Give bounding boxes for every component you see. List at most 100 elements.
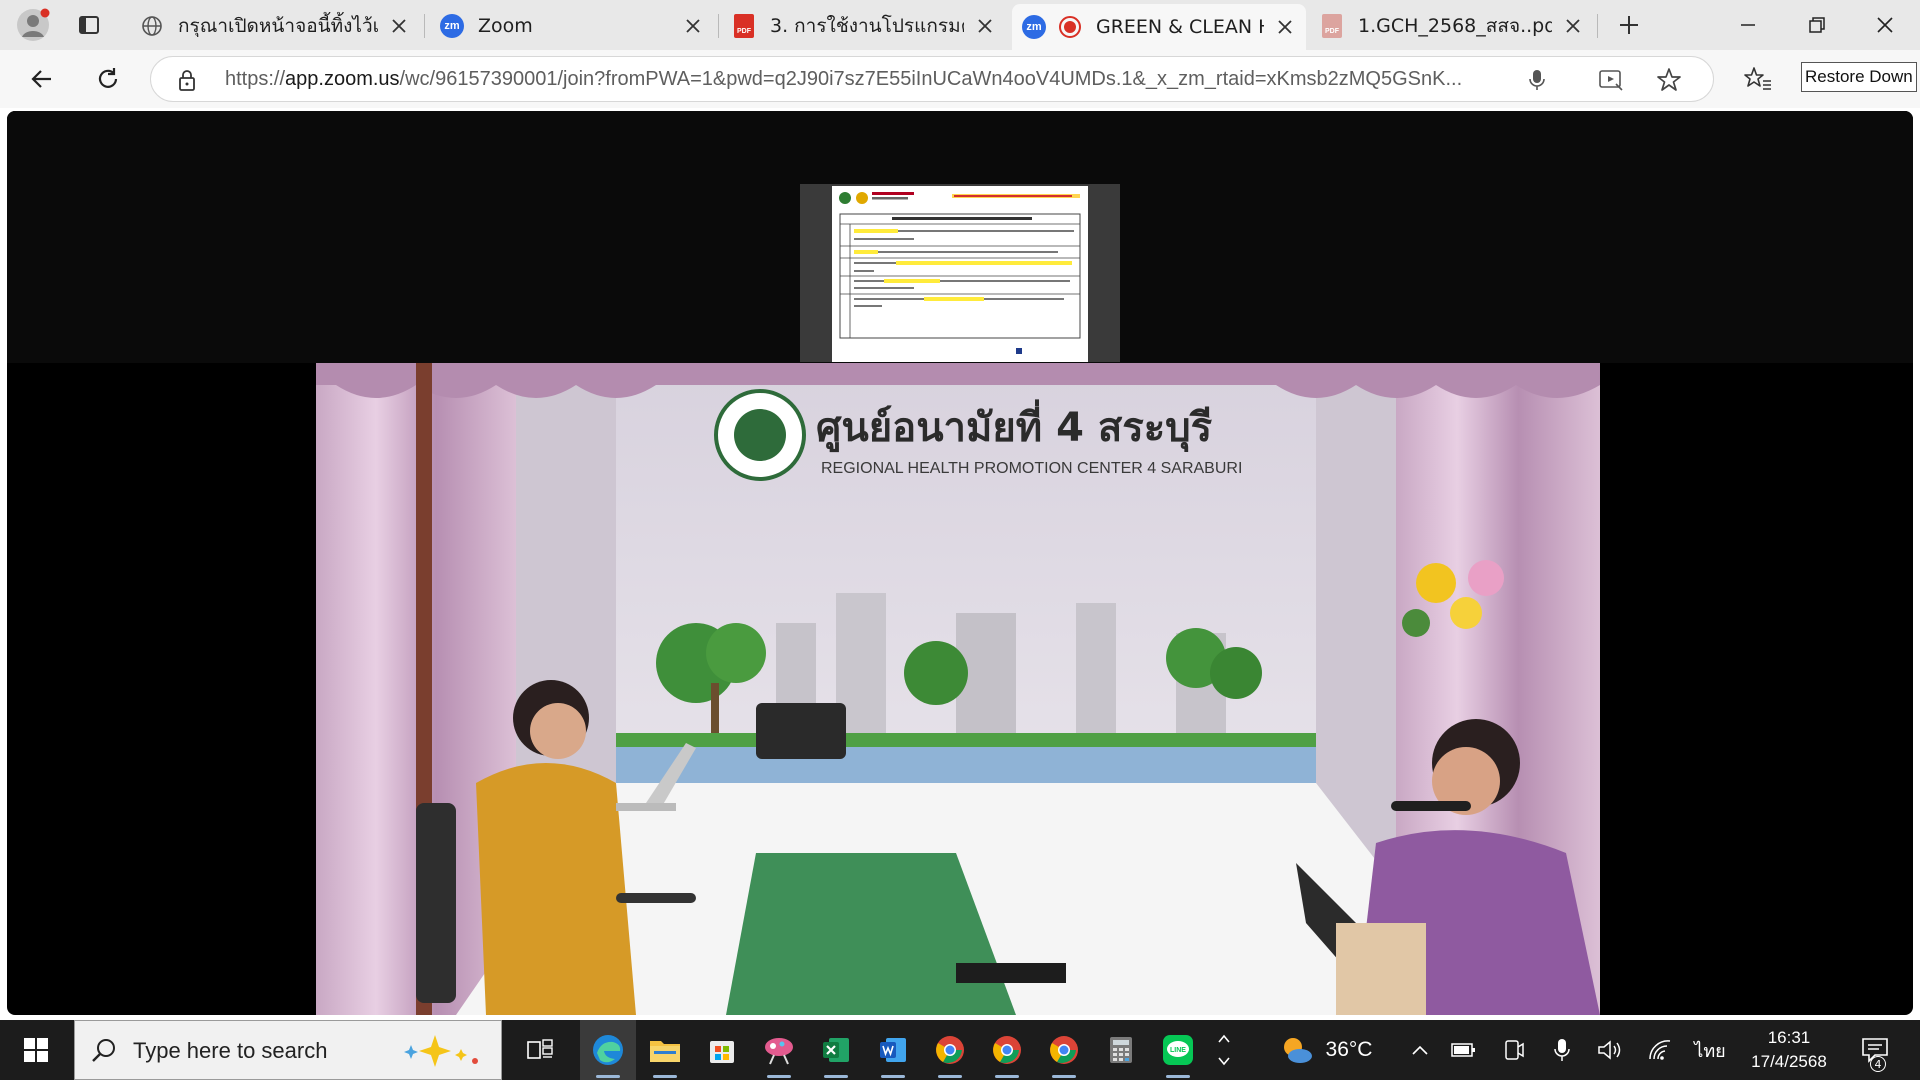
- microphone-icon: [1554, 1039, 1570, 1061]
- taskbar-excel[interactable]: [808, 1020, 864, 1080]
- taskbar-clock[interactable]: 16:31 17/4/2568: [1734, 1026, 1844, 1074]
- url-text[interactable]: https://app.zoom.us/wc/96157390001/join?…: [225, 68, 1665, 91]
- restore-down-tooltip: Restore Down: [1801, 62, 1917, 92]
- snipping-tool-icon: [765, 1038, 793, 1065]
- tab-divider: [424, 14, 425, 38]
- microphone-search-icon[interactable]: [1523, 66, 1551, 94]
- plus-icon: [1620, 16, 1638, 34]
- favorites-list-icon: [1744, 67, 1771, 90]
- microphone-tray-icon[interactable]: [1546, 1020, 1578, 1080]
- address-bar[interactable]: https://app.zoom.us/wc/96157390001/join?…: [150, 56, 1714, 102]
- taskbar-calculator[interactable]: [1093, 1020, 1149, 1080]
- tab-divider: [1597, 14, 1598, 38]
- meet-now-tray-icon[interactable]: [1498, 1020, 1530, 1080]
- tab-title: 3. การใช้งานโปรแกรมคาร์บอน: [770, 15, 964, 37]
- taskbar-store[interactable]: [694, 1020, 750, 1080]
- recording-icon: [1058, 15, 1082, 39]
- chrome-icon: [1050, 1036, 1078, 1064]
- lock-icon[interactable]: [173, 66, 201, 94]
- weather-widget[interactable]: 36°C: [1266, 1020, 1386, 1080]
- edge-icon: [593, 1035, 623, 1065]
- tab-title: Zoom: [478, 15, 533, 37]
- open-in-app-icon[interactable]: [1597, 66, 1625, 94]
- browser-toolbar: https://app.zoom.us/wc/96157390001/join?…: [0, 50, 1920, 108]
- taskbar-snipping-tool[interactable]: [751, 1020, 807, 1080]
- tab-title: GREEN & CLEAN Ho: [1096, 16, 1264, 38]
- tab-carbon-pdf[interactable]: PDF 3. การใช้งานโปรแกรมคาร์บอน: [722, 6, 1006, 46]
- windows-logo-icon: [24, 1038, 48, 1062]
- taskbar-search-box[interactable]: Type here to search: [74, 1020, 502, 1080]
- restore-icon: [1809, 17, 1825, 33]
- task-view-button[interactable]: [512, 1020, 568, 1080]
- url-scheme: https://: [225, 68, 286, 90]
- network-tray-icon[interactable]: [1642, 1020, 1678, 1080]
- document-page-graphic: [839, 192, 1081, 354]
- close-icon: [1877, 17, 1893, 33]
- speaker-video[interactable]: ศูนย์อนามัยที่ 4 สระบุรี REGIONAL HEALTH…: [316, 363, 1600, 1015]
- close-tab-icon[interactable]: [974, 15, 996, 37]
- start-button[interactable]: [8, 1020, 64, 1080]
- store-icon: [710, 1041, 734, 1063]
- shared-document-page: [832, 186, 1088, 362]
- profile-button[interactable]: [8, 0, 58, 50]
- shared-screen-strip: [7, 111, 1913, 363]
- speaker-icon: [1598, 1040, 1621, 1060]
- taskbar-edge[interactable]: [580, 1020, 636, 1080]
- pdf-icon: PDF: [732, 14, 756, 38]
- battery-icon: [1451, 1043, 1475, 1057]
- close-tab-icon[interactable]: [388, 15, 410, 37]
- clock-time: 16:31: [1767, 1028, 1811, 1047]
- tab-title: 1.GCH_2568_สสจ..pdf: [1358, 15, 1552, 37]
- zoom-icon: zm: [440, 14, 464, 38]
- globe-icon: [140, 14, 164, 38]
- taskbar-chrome-1[interactable]: [922, 1020, 978, 1080]
- tab-actions-button[interactable]: [64, 0, 114, 50]
- taskbar-scroll-arrows[interactable]: [1210, 1020, 1238, 1080]
- input-language-indicator[interactable]: ไทย: [1690, 1020, 1730, 1080]
- refresh-button[interactable]: [88, 59, 128, 99]
- zoom-icon: zm: [1022, 15, 1046, 39]
- taskbar-file-explorer[interactable]: [637, 1020, 693, 1080]
- show-hidden-icons-button[interactable]: [1404, 1020, 1436, 1080]
- search-placeholder: Type here to search: [133, 1038, 328, 1063]
- weather-temperature: 36°C: [1325, 1038, 1373, 1061]
- video-frame-graphic: ศูนย์อนามัยที่ 4 สระบุรี REGIONAL HEALTH…: [316, 363, 1600, 1015]
- volume-tray-icon[interactable]: [1592, 1020, 1628, 1080]
- battery-tray-icon[interactable]: [1448, 1020, 1480, 1080]
- new-tab-button[interactable]: [1604, 0, 1654, 50]
- favorite-star-icon[interactable]: [1655, 66, 1683, 94]
- close-window-button[interactable]: [1850, 0, 1920, 50]
- pdf-icon: PDF: [1320, 14, 1344, 38]
- notification-count-badge: 4: [1870, 1056, 1886, 1072]
- tab-zoom[interactable]: zm Zoom: [430, 6, 714, 46]
- taskbar-word[interactable]: [865, 1020, 921, 1080]
- url-path: /wc/96157390001/join?fromPWA=1&pwd=q2J90…: [399, 68, 1463, 90]
- taskbar-chrome-2[interactable]: [979, 1020, 1035, 1080]
- tab-gch-pdf[interactable]: PDF 1.GCH_2568_สสจ..pdf: [1310, 6, 1594, 46]
- minimize-icon: [1741, 24, 1755, 26]
- close-tab-icon[interactable]: [1562, 15, 1584, 37]
- meet-now-icon: [1505, 1040, 1524, 1060]
- favorites-button[interactable]: [1738, 59, 1778, 99]
- weather-cloud-sun-icon: [1283, 1038, 1312, 1063]
- taskbar-chrome-3[interactable]: [1036, 1020, 1092, 1080]
- excel-icon: [823, 1038, 849, 1062]
- back-button[interactable]: [22, 59, 62, 99]
- tab-green-clean-meeting[interactable]: zm GREEN & CLEAN Ho: [1012, 4, 1306, 50]
- tab-title: กรุณาเปิดหน้าจอนี้ทิ้งไว้เพื่อใช้: [178, 15, 378, 37]
- profile-icon: [17, 8, 50, 41]
- backdrop-subtitle: REGIONAL HEALTH PROMOTION CENTER 4 SARAB…: [821, 460, 1242, 477]
- tab-permission-page[interactable]: กรุณาเปิดหน้าจอนี้ทิ้งไว้เพื่อใช้: [130, 6, 420, 46]
- close-tab-icon[interactable]: [1274, 16, 1296, 38]
- browser-tab-bar: กรุณาเปิดหน้าจอนี้ทิ้งไว้เพื่อใช้ zm Zoo…: [0, 0, 1920, 50]
- task-view-icon: [527, 1039, 553, 1059]
- shared-screen-thumbnail[interactable]: [800, 184, 1120, 362]
- chevron-up-down-icon: [1218, 1034, 1230, 1066]
- refresh-icon: [98, 68, 118, 88]
- search-highlight-icon: [404, 1035, 478, 1067]
- restore-down-button[interactable]: [1782, 0, 1852, 50]
- close-tab-icon[interactable]: [682, 15, 704, 37]
- taskbar-line[interactable]: LINE: [1150, 1020, 1206, 1080]
- minimize-button[interactable]: [1713, 0, 1783, 50]
- tab-divider: [718, 14, 719, 38]
